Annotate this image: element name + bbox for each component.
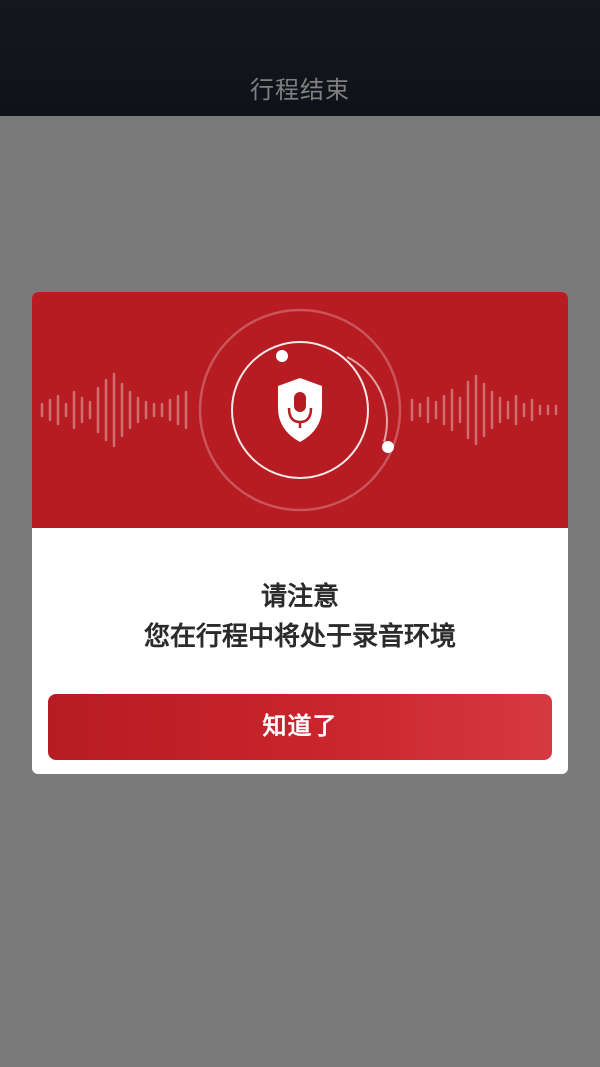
dialog-message: 您在行程中将处于录音环境 [143, 622, 456, 652]
dialog-title: 请注意 [260, 582, 339, 612]
sound-wave-icon [40, 308, 558, 512]
app-screen: 行程结束 [0, 0, 600, 1067]
dialog-hero [32, 292, 568, 528]
recording-notice-dialog: 请注意 您在行程中将处于录音环境 知道了 [32, 292, 568, 774]
confirm-button[interactable]: 知道了 [48, 694, 552, 760]
